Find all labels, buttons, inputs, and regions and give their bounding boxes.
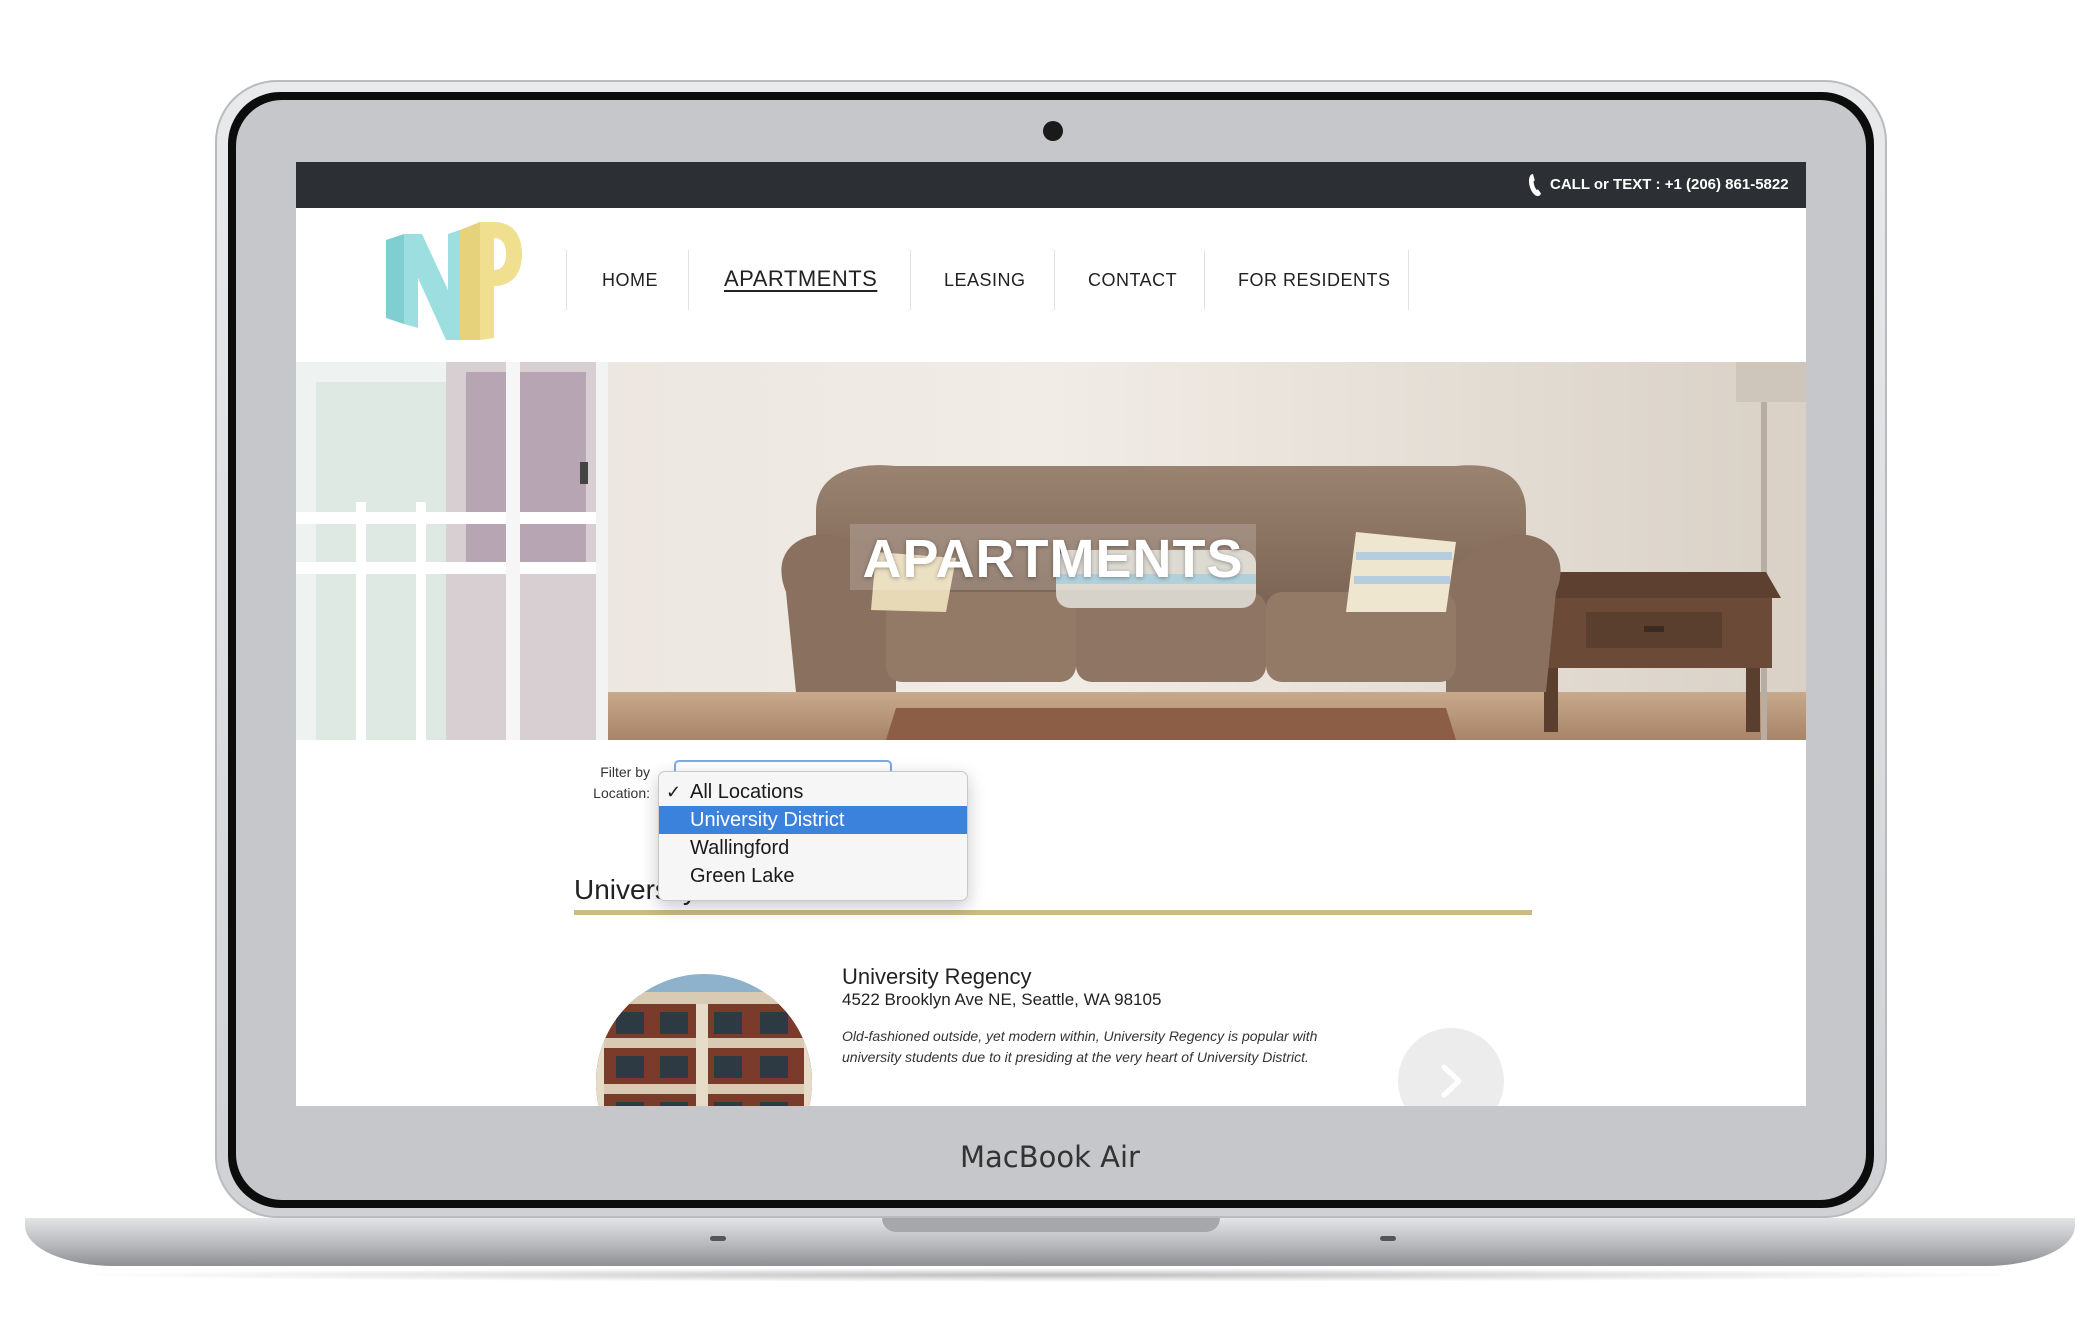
nav-item-apartments[interactable]: APARTMENTS bbox=[724, 266, 877, 292]
property-address: 4522 Brooklyn Ave NE, Seattle, WA 98105 bbox=[842, 990, 1162, 1009]
filter-label: Filter by Location: bbox=[568, 762, 650, 804]
filter-label-line2: Location: bbox=[593, 785, 650, 801]
base-shadow bbox=[60, 1268, 2040, 1282]
nav-item-leasing[interactable]: LEASING bbox=[944, 270, 1026, 291]
nav-divider bbox=[688, 250, 689, 310]
top-contact-bar: CALL or TEXT : +1 (206) 861-5822 bbox=[296, 162, 1806, 208]
property-description: Old-fashioned outside, yet modern within… bbox=[842, 1028, 1318, 1065]
option-label: Wallingford bbox=[690, 837, 790, 859]
base-notch bbox=[882, 1218, 1220, 1232]
nav-item-for-residents[interactable]: FOR RESIDENTS bbox=[1238, 270, 1391, 291]
device-brand-label: MacBook Air bbox=[960, 1140, 1140, 1174]
nav-divider bbox=[566, 250, 567, 310]
nav-divider bbox=[1204, 250, 1205, 310]
chevron-right-icon bbox=[1441, 1064, 1462, 1098]
nav-divider bbox=[910, 250, 911, 310]
base-foot-left bbox=[710, 1236, 726, 1241]
location-dropdown-menu: ✓ All Locations University District Wall… bbox=[658, 771, 968, 901]
phone-icon bbox=[1529, 174, 1541, 197]
dropdown-option-green-lake[interactable]: Green Lake bbox=[659, 862, 967, 890]
dropdown-option-wallingford[interactable]: Wallingford bbox=[659, 834, 967, 862]
hero-title: APARTMENTS bbox=[862, 529, 1244, 589]
checkmark-icon: ✓ bbox=[666, 782, 682, 802]
dropdown-option-university-district[interactable]: University District bbox=[659, 806, 967, 834]
browser-viewport: CALL or TEXT : +1 (206) 861-5822 HOME AP… bbox=[296, 162, 1806, 1106]
next-property-button[interactable] bbox=[1398, 1028, 1504, 1106]
nav-item-home[interactable]: HOME bbox=[602, 270, 658, 291]
property-thumbnail[interactable] bbox=[596, 974, 812, 1106]
base-foot-right bbox=[1380, 1236, 1396, 1241]
nav-item-contact[interactable]: CONTACT bbox=[1088, 270, 1177, 291]
section-divider bbox=[574, 910, 1532, 915]
nav-divider bbox=[1408, 250, 1409, 310]
camera-icon bbox=[1043, 121, 1063, 141]
option-label: University District bbox=[690, 809, 845, 831]
option-label: All Locations bbox=[690, 781, 804, 803]
option-label: Green Lake bbox=[690, 865, 795, 887]
nav-divider bbox=[1054, 250, 1055, 310]
property-name[interactable]: University Regency bbox=[842, 964, 1032, 990]
hero-banner: APARTMENTS bbox=[296, 362, 1806, 740]
dropdown-option-all-locations[interactable]: ✓ All Locations bbox=[659, 778, 967, 806]
filter-label-line1: Filter by bbox=[600, 764, 650, 780]
contact-phone-text[interactable]: CALL or TEXT : +1 (206) 861-5822 bbox=[1550, 176, 1789, 193]
np-logo[interactable] bbox=[382, 220, 522, 346]
